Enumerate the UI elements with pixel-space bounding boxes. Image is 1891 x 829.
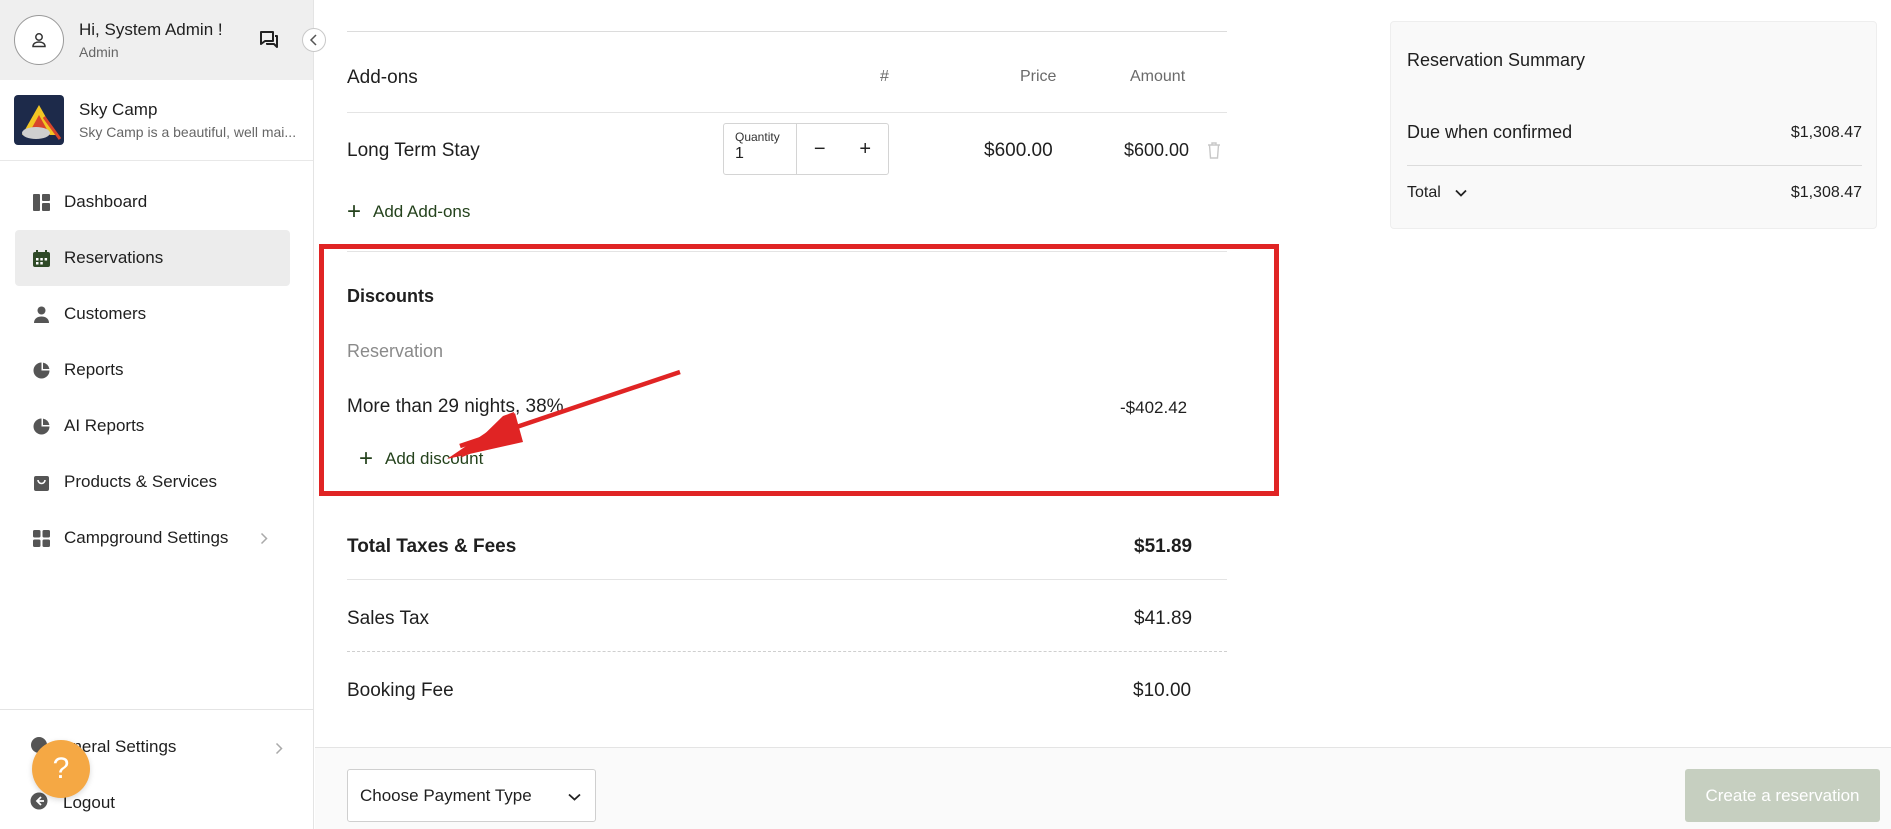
user-panel: Hi, System Admin ! Admin xyxy=(0,0,313,80)
payment-type-placeholder: Choose Payment Type xyxy=(360,785,532,805)
chevron-right-icon xyxy=(275,740,283,760)
total-taxes-value: $51.89 xyxy=(1134,536,1193,557)
collapse-sidebar-button[interactable] xyxy=(302,28,326,52)
campground-logo xyxy=(14,95,64,145)
due-value: $1,308.47 xyxy=(1790,124,1862,141)
pie-chart-icon xyxy=(32,361,50,379)
nav-item-products-services[interactable]: Products & Services xyxy=(15,454,290,510)
chevron-left-icon xyxy=(309,34,317,46)
pie-chart-icon xyxy=(32,417,50,435)
user-role: Admin xyxy=(79,44,119,60)
shopping-bag-icon xyxy=(32,473,50,491)
user-icon xyxy=(32,33,46,48)
summary-title: Reservation Summary xyxy=(1407,50,1586,70)
divider xyxy=(1407,165,1862,166)
avatar[interactable] xyxy=(14,15,64,65)
reservation-form: Add-ons # Price Amount Long Term Stay Qu… xyxy=(315,0,1891,829)
action-footer: Choose Payment Type Create a reservation xyxy=(315,747,1891,829)
nav-label: Campground Settings xyxy=(64,528,229,547)
payment-type-select[interactable]: Choose Payment Type xyxy=(347,769,596,822)
main-nav: Dashboard Reservations Customers Reports… xyxy=(15,174,290,566)
sales-tax-label: Sales Tax xyxy=(347,608,430,629)
nav-label: Reports xyxy=(64,360,124,379)
addons-col-amount: Amount xyxy=(1130,68,1186,85)
nav-item-campground-settings[interactable]: Campground Settings xyxy=(15,510,290,566)
total-label: Total xyxy=(1407,184,1441,201)
nav-label: Products & Services xyxy=(64,472,218,491)
sidebar-footer xyxy=(0,709,314,710)
booking-fee-label: Booking Fee xyxy=(347,680,454,701)
question-mark-icon: ? xyxy=(52,752,70,785)
campground-name: Sky Camp xyxy=(79,100,158,119)
dashed-divider xyxy=(347,651,1227,652)
addon-amount: $600.00 xyxy=(1124,140,1190,160)
dashboard-icon xyxy=(32,193,50,211)
nav-item-customers[interactable]: Customers xyxy=(15,286,290,342)
chevron-down-icon[interactable] xyxy=(1455,184,1467,202)
nav-item-reports[interactable]: Reports xyxy=(15,342,290,398)
total-value: $1,308.47 xyxy=(1790,184,1862,201)
nav-label: AI Reports xyxy=(64,416,145,435)
nav-label: Customers xyxy=(64,304,147,323)
help-button[interactable]: ? xyxy=(32,740,90,798)
chat-icon[interactable] xyxy=(258,29,280,56)
create-reservation-button[interactable]: Create a reservation xyxy=(1685,769,1880,822)
person-icon xyxy=(32,305,50,323)
campground-switcher[interactable]: Sky Camp Sky Camp is a beautiful, well m… xyxy=(0,80,313,161)
annotation-arrow xyxy=(447,369,681,459)
reservation-summary: Reservation Summary Due when confirmed $… xyxy=(1390,21,1877,229)
campground-description: Sky Camp is a beautiful, well mai... xyxy=(79,124,297,140)
nav-item-dashboard[interactable]: Dashboard xyxy=(15,174,290,230)
calendar-icon xyxy=(32,249,50,267)
trash-icon[interactable] xyxy=(1207,142,1221,164)
booking-fee-value: $10.00 xyxy=(1133,680,1192,701)
chevron-down-icon xyxy=(568,786,581,806)
nav-label: Dashboard xyxy=(64,192,148,211)
due-label: Due when confirmed xyxy=(1407,122,1573,142)
sidebar: Hi, System Admin ! Admin Sky Camp Sky Ca… xyxy=(0,0,326,829)
nav-item-ai-reports[interactable]: AI Reports xyxy=(15,398,290,454)
divider xyxy=(347,579,1227,580)
nav-label: Reservations xyxy=(64,248,164,267)
grid-icon xyxy=(32,529,50,547)
due-row: Due when confirmed $1,308.47 xyxy=(1407,122,1862,143)
chevron-right-icon xyxy=(260,530,268,550)
total-row[interactable]: Total $1,308.47 xyxy=(1407,184,1862,202)
sales-tax-value: $41.89 xyxy=(1134,608,1193,629)
user-greeting: Hi, System Admin ! xyxy=(79,20,223,39)
nav-item-reservations[interactable]: Reservations xyxy=(15,230,290,286)
total-taxes-label: Total Taxes & Fees xyxy=(347,536,517,557)
